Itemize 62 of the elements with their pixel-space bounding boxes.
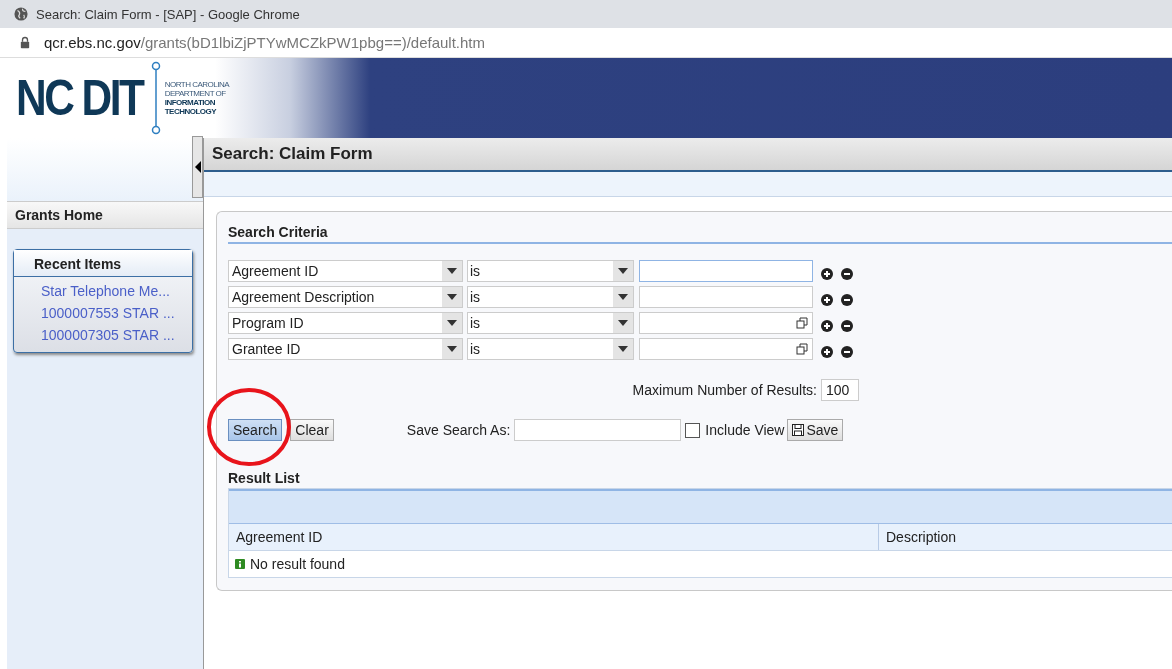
clear-button[interactable]: Clear [290, 419, 334, 441]
value-field[interactable] [639, 312, 813, 334]
window-title: Search: Claim Form - [SAP] - Google Chrome [36, 6, 300, 22]
globe-icon [14, 7, 28, 21]
operator-dropdown[interactable]: is [467, 260, 634, 282]
field-dropdown[interactable]: Agreement ID [228, 260, 463, 282]
logo-subtitle: NORTH CAROLINA [164, 80, 230, 89]
save-button[interactable]: Save [787, 419, 844, 441]
collapse-handle[interactable] [192, 136, 203, 198]
caret-icon [447, 346, 457, 352]
caret-icon [447, 268, 457, 274]
caret-icon [618, 268, 628, 274]
max-results-field[interactable]: 100 [821, 379, 859, 401]
recent-item-link[interactable]: Star Telephone Me... [14, 280, 192, 302]
field-dropdown[interactable]: Grantee ID [228, 338, 463, 360]
field-dropdown[interactable]: Agreement Description [228, 286, 463, 308]
logo-subtitle: DEPARTMENT OF [164, 89, 227, 98]
value-field[interactable] [639, 338, 813, 360]
operator-dropdown[interactable]: is [467, 338, 634, 360]
operator-dropdown[interactable]: is [467, 312, 634, 334]
caret-icon [447, 294, 457, 300]
field-dropdown[interactable]: Program ID [228, 312, 463, 334]
page-title: Search: Claim Form [204, 138, 1172, 172]
save-search-label: Save Search As: [406, 422, 511, 438]
include-view-label: Include View [705, 422, 785, 438]
add-row-icon[interactable] [821, 294, 833, 306]
empty-message: No result found [250, 556, 345, 572]
add-row-icon[interactable] [821, 346, 833, 358]
add-row-icon[interactable] [821, 320, 833, 332]
caret-icon [618, 320, 628, 326]
lock-icon [20, 36, 30, 49]
save-search-field[interactable] [514, 419, 682, 441]
logo-text: NC DIT [16, 69, 143, 127]
operator-dropdown[interactable]: is [467, 286, 634, 308]
caret-icon [447, 320, 457, 326]
search-button[interactable]: Search [228, 419, 283, 441]
panel-title: Recent Items [14, 250, 192, 277]
remove-row-icon[interactable] [841, 320, 853, 332]
grants-home-link[interactable]: Grants Home [7, 201, 203, 229]
recent-item-link[interactable]: 1000007305 STAR ... [14, 324, 192, 346]
column-header[interactable]: Description [879, 524, 957, 550]
logo-subtitle: TECHNOLOGY [164, 107, 218, 116]
value-help-icon[interactable] [796, 343, 808, 355]
caret-icon [618, 346, 628, 352]
logo-divider-icon [150, 60, 161, 136]
section-title: Search Criteria [228, 224, 1172, 244]
value-help-icon[interactable] [796, 317, 808, 329]
remove-row-icon[interactable] [841, 346, 853, 358]
add-row-icon[interactable] [821, 268, 833, 280]
logo-subtitle: INFORMATION [164, 98, 216, 107]
max-results-label: Maximum Number of Results: [632, 382, 817, 398]
remove-row-icon[interactable] [841, 294, 853, 306]
recent-item-link[interactable]: 1000007553 STAR ... [14, 302, 192, 324]
caret-icon [618, 294, 628, 300]
info-icon [235, 559, 245, 569]
address-text[interactable]: qcr.ebs.nc.gov/grants(bD1lbiZjPTYwMCZkPW1pbg==)/default.htm [44, 34, 486, 51]
column-header[interactable]: Agreement ID [229, 524, 879, 550]
remove-row-icon[interactable] [841, 268, 853, 280]
include-view-checkbox[interactable] [685, 422, 701, 438]
value-field[interactable] [639, 286, 813, 308]
value-field[interactable] [639, 260, 813, 282]
section-title: Result List [228, 470, 301, 488]
